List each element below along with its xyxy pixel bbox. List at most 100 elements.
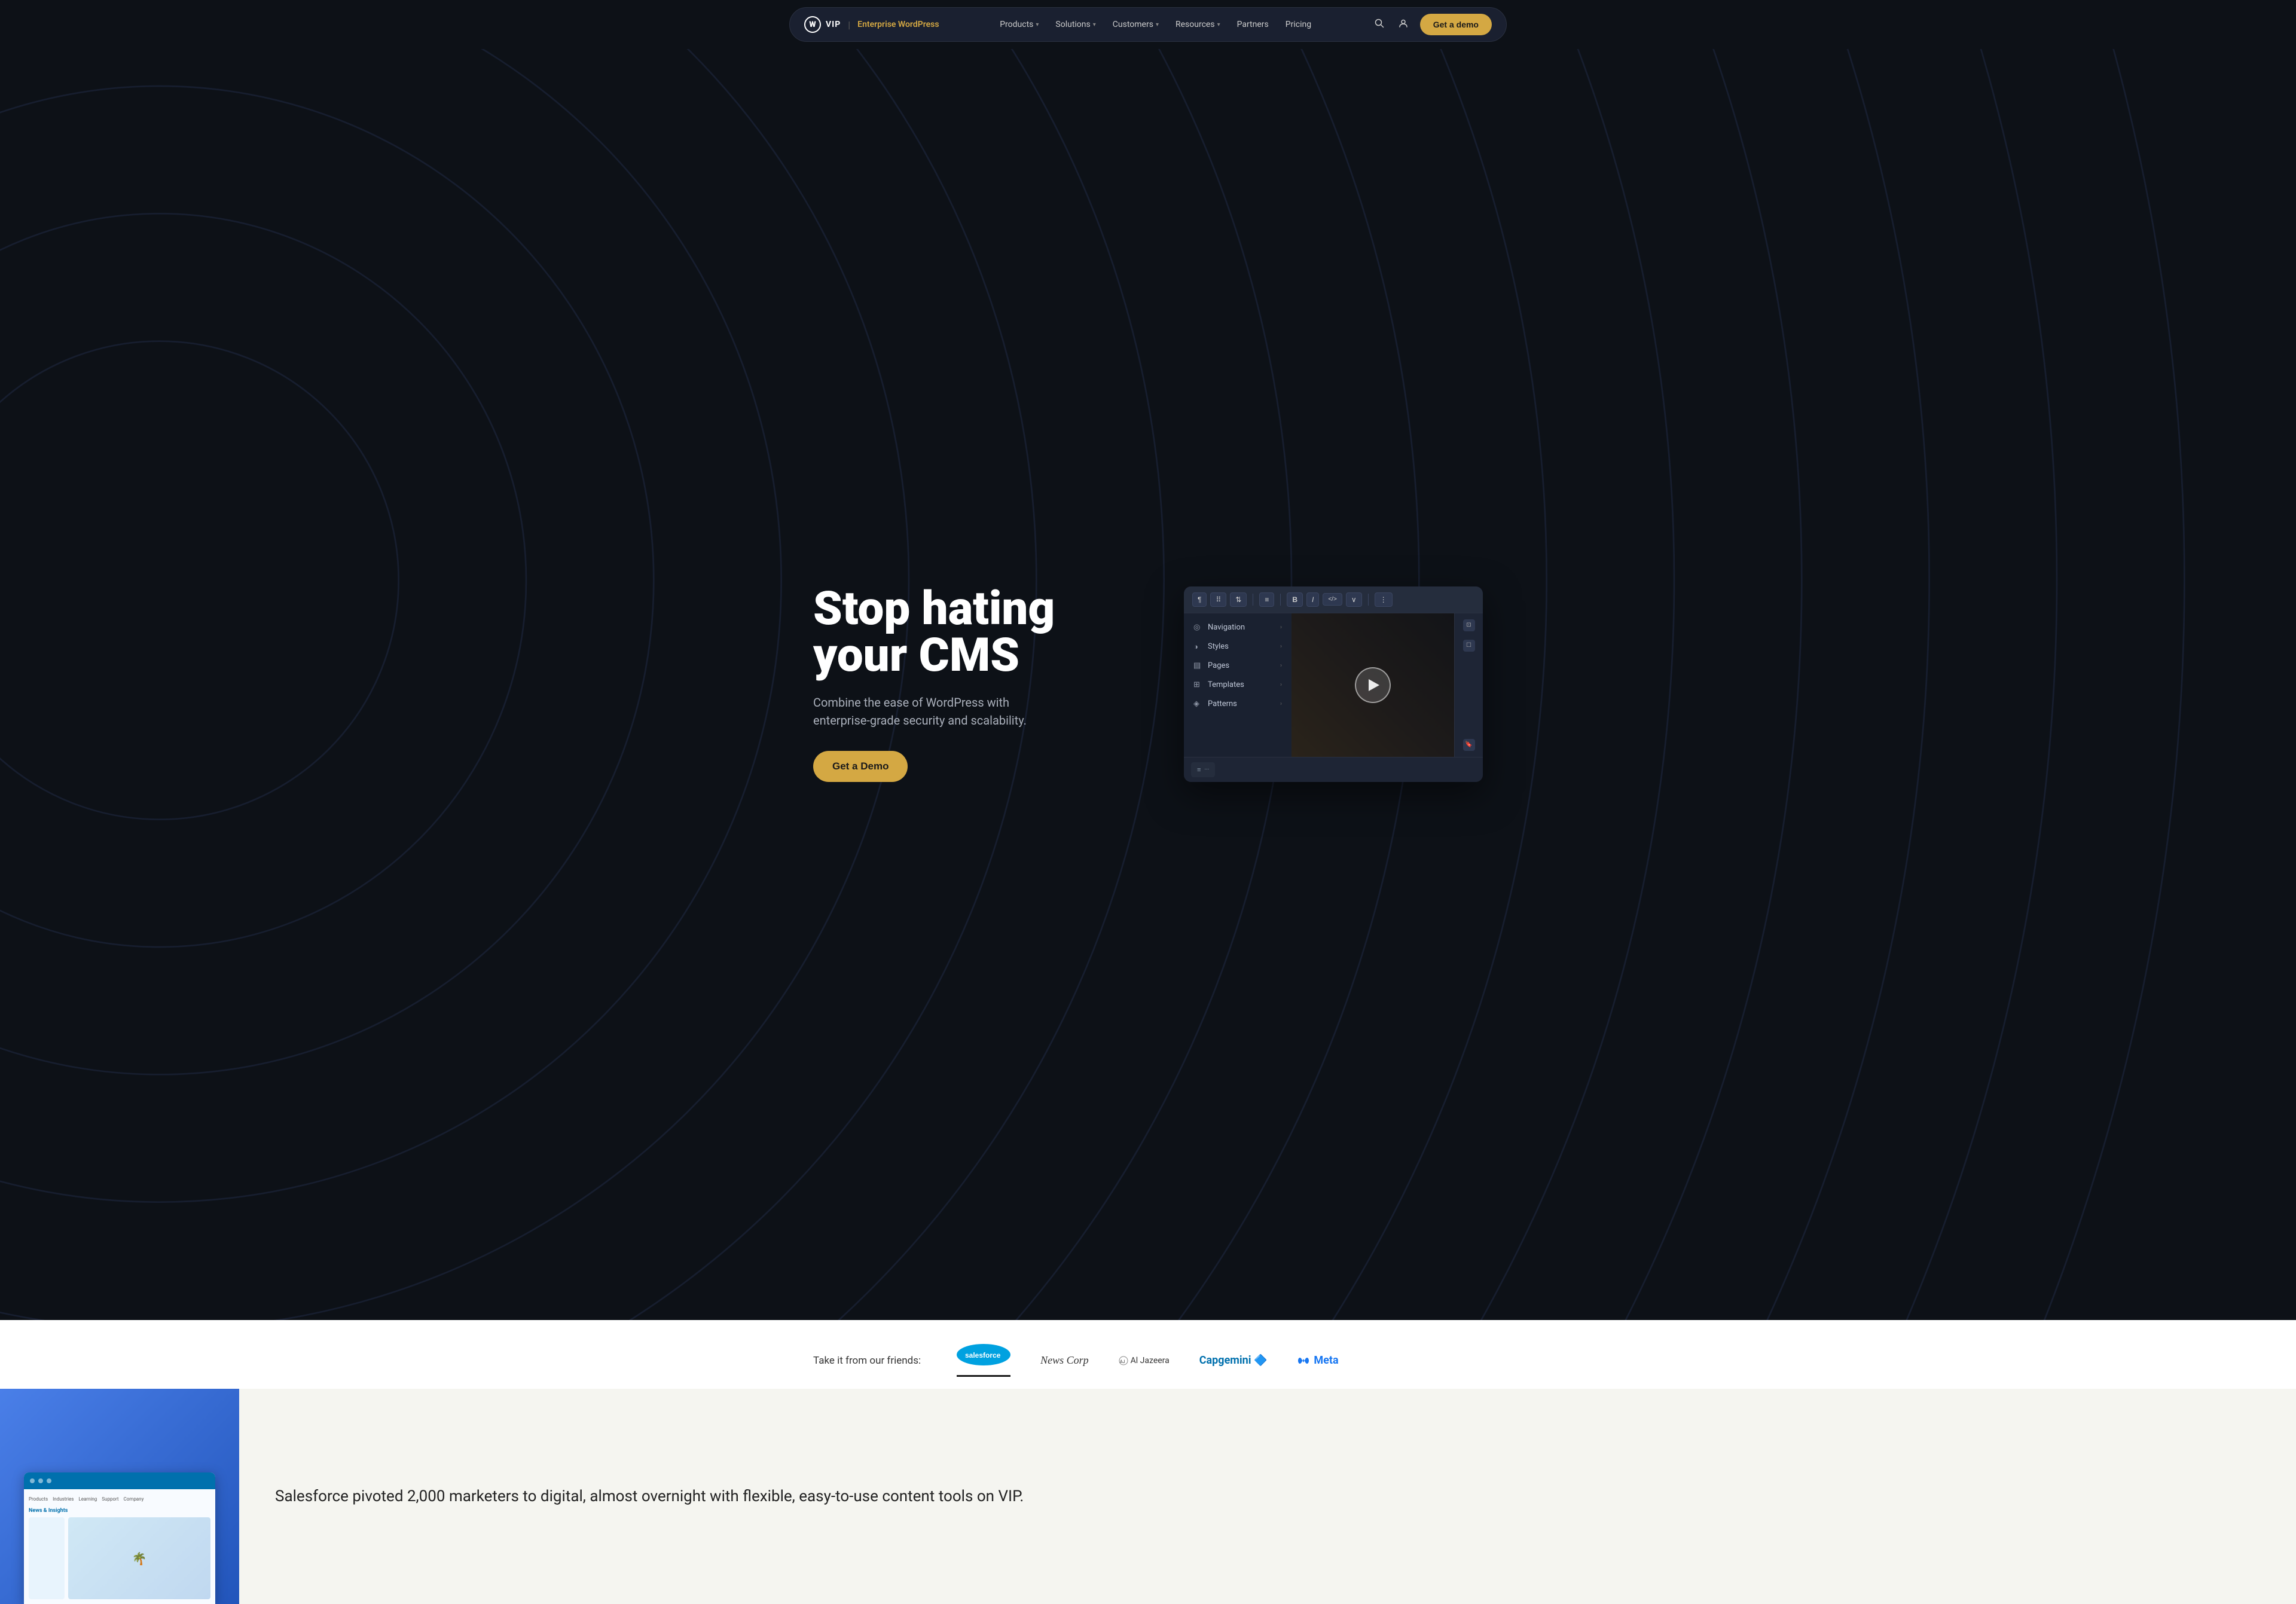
cms-toolbar-paragraph-btn[interactable]: ¶ — [1192, 592, 1207, 607]
nav-item-solutions[interactable]: Solutions ▾ — [1048, 16, 1103, 33]
svg-text:AJ: AJ — [1120, 1359, 1125, 1364]
cms-toolbar: ¶ ⠿ ⇅ ≡ B I </> ∨ ⋮ — [1184, 586, 1483, 613]
sf-nav-item: Products — [29, 1496, 48, 1502]
social-proof-inner: Take it from our friends: salesforce New… — [789, 1344, 1507, 1389]
sf-nav-item: Learning — [78, 1496, 97, 1502]
vip-label: VIP — [826, 20, 841, 29]
nav-item-pricing[interactable]: Pricing — [1278, 16, 1318, 33]
nav-link-solutions[interactable]: Solutions ▾ — [1048, 16, 1103, 33]
cms-toolbar-more-btn[interactable]: ∨ — [1346, 592, 1362, 607]
cms-toolbar-arrows-btn[interactable]: ⇅ — [1230, 592, 1247, 607]
cms-toolbar-align-btn[interactable]: ≡ — [1259, 592, 1274, 607]
logos-bar: salesforce News Corp AJ Al Jazeera — [957, 1344, 1483, 1377]
nav-link-resources[interactable]: Resources ▾ — [1168, 16, 1228, 33]
sf-screenshot-header — [24, 1472, 215, 1489]
cms-bottom-widget[interactable]: ≡ ··· — [1191, 762, 1215, 777]
cms-menu-item-templates[interactable]: ⊞ Templates › — [1184, 676, 1292, 695]
hero-title: Stop hating your CMS — [813, 586, 1148, 679]
chevron-down-icon: ▾ — [1093, 22, 1096, 28]
social-proof-text: Take it from our friends: — [813, 1355, 921, 1367]
cms-menu-item-patterns[interactable]: ◈ Patterns › — [1184, 695, 1292, 714]
nav-link-products[interactable]: Products ▾ — [993, 16, 1046, 33]
cms-toolbar-options-btn[interactable]: ⋮ — [1375, 592, 1393, 607]
cms-menu-templates-label: Templates — [1208, 680, 1244, 689]
cms-menu-navigation-label: Navigation — [1208, 623, 1245, 632]
salesforce-screenshot: Products Industries Learning Support Com… — [24, 1472, 215, 1604]
cms-sidebar-menu: ◎ Navigation › ◑ Styles › — [1184, 613, 1292, 757]
sf-dot-yellow — [38, 1478, 43, 1483]
cms-bottom-icon: ≡ — [1197, 766, 1201, 774]
capgemini-logo: Capgemini 🔷 — [1199, 1354, 1268, 1367]
testimonial-quote: Salesforce pivoted 2,000 marketers to di… — [275, 1486, 2260, 1507]
toolbar-separator — [1280, 594, 1281, 606]
sf-dot-green — [47, 1478, 51, 1483]
sf-sidebar — [29, 1517, 65, 1599]
sf-nav-item: Company — [124, 1496, 144, 1502]
cms-right-panel: ⊡ ☐ 🔖 — [1454, 613, 1483, 757]
styles-icon: ◑ — [1193, 642, 1203, 652]
navigation-icon: ◎ — [1193, 623, 1203, 633]
cms-menu-item-navigation[interactable]: ◎ Navigation › — [1184, 618, 1292, 637]
account-button[interactable] — [1396, 16, 1410, 33]
svg-text:salesforce: salesforce — [965, 1351, 1001, 1359]
sf-nav-item: Support — [102, 1496, 118, 1502]
cms-menu-styles-label: Styles — [1208, 642, 1229, 651]
sf-page-title: News & Insights — [29, 1507, 210, 1515]
nav-link-partners[interactable]: Partners — [1230, 16, 1276, 33]
search-button[interactable] — [1372, 16, 1387, 33]
social-proof-section: Take it from our friends: salesforce New… — [0, 1320, 2296, 1604]
cms-menu-item-pages[interactable]: ▤ Pages › — [1184, 656, 1292, 676]
nav-actions: Get a demo — [1372, 14, 1492, 35]
chevron-right-icon: › — [1280, 662, 1282, 669]
nav-item-customers[interactable]: Customers ▾ — [1106, 16, 1166, 33]
nav-link-customers[interactable]: Customers ▾ — [1106, 16, 1166, 33]
cms-mockup: ¶ ⠿ ⇅ ≡ B I </> ∨ ⋮ — [1184, 586, 1483, 782]
cms-bottom-bar: ≡ ··· — [1184, 757, 1483, 782]
sf-content-area: 🌴 — [29, 1517, 210, 1599]
sf-nav-bar: Products Industries Learning Support Com… — [29, 1494, 210, 1504]
chevron-right-icon: › — [1280, 701, 1282, 707]
nav-links: Products ▾ Solutions ▾ Customers ▾ Resou… — [993, 16, 1318, 33]
logo-capgemini[interactable]: Capgemini 🔷 — [1199, 1354, 1268, 1367]
hero-subtitle: Combine the ease of WordPress with enter… — [813, 693, 1040, 729]
cms-toolbar-link-btn[interactable]: </> — [1323, 593, 1342, 606]
logo-salesforce[interactable]: salesforce — [957, 1344, 1010, 1377]
cms-toolbar-italic-btn[interactable]: I — [1306, 592, 1319, 607]
logo-newscorp[interactable]: News Corp — [1040, 1354, 1089, 1367]
chevron-down-icon: ▾ — [1156, 22, 1159, 28]
sf-screenshot-body: Products Industries Learning Support Com… — [24, 1489, 215, 1604]
play-button[interactable] — [1355, 667, 1391, 703]
salesforce-logo: salesforce — [957, 1344, 1010, 1365]
wp-logo-icon: W — [804, 16, 821, 33]
aljazeera-logo: AJ Al Jazeera — [1119, 1356, 1170, 1365]
logo-divider: | — [848, 19, 850, 30]
nav-link-pricing[interactable]: Pricing — [1278, 16, 1318, 33]
nav-item-products[interactable]: Products ▾ — [993, 16, 1046, 33]
cms-copy-icon[interactable]: ⊡ — [1463, 619, 1475, 631]
cms-toolbar-bold-btn[interactable]: B — [1287, 592, 1303, 607]
hero-get-demo-button[interactable]: Get a Demo — [813, 751, 908, 782]
chevron-down-icon: ▾ — [1036, 22, 1039, 28]
pages-icon: ▤ — [1193, 661, 1203, 671]
testimonial-image: Products Industries Learning Support Com… — [0, 1389, 239, 1604]
chevron-right-icon: › — [1280, 682, 1282, 688]
cms-comment-icon[interactable]: ☐ — [1463, 640, 1475, 652]
enterprise-label: Enterprise WordPress — [857, 20, 939, 29]
testimonial-content: Salesforce pivoted 2,000 marketers to di… — [239, 1389, 2296, 1604]
cms-menu-item-styles[interactable]: ◑ Styles › — [1184, 637, 1292, 656]
sf-dot-red — [30, 1478, 35, 1483]
logo-meta[interactable]: Meta — [1297, 1354, 1338, 1367]
cms-bookmark-icon[interactable]: 🔖 — [1463, 739, 1475, 751]
hero-content: Stop hating your CMS Combine the ease of… — [789, 586, 1507, 782]
nav-item-partners[interactable]: Partners — [1230, 16, 1276, 33]
testimonial-section: Products Industries Learning Support Com… — [0, 1389, 2296, 1604]
chevron-down-icon: ▾ — [1217, 22, 1220, 28]
nav-item-resources[interactable]: Resources ▾ — [1168, 16, 1228, 33]
cms-toolbar-grid-btn[interactable]: ⠿ — [1210, 592, 1226, 607]
logo-aljazeera[interactable]: AJ Al Jazeera — [1119, 1356, 1170, 1365]
logo[interactable]: W VIP | Enterprise WordPress — [804, 16, 939, 33]
cms-body: ◎ Navigation › ◑ Styles › — [1184, 613, 1483, 757]
hero-section: .arc-line { fill: none; stroke: #1e2840;… — [0, 0, 2296, 1320]
nav-get-demo-button[interactable]: Get a demo — [1420, 14, 1492, 35]
cms-mockup-container: ¶ ⠿ ⇅ ≡ B I </> ∨ ⋮ — [1184, 586, 1483, 782]
